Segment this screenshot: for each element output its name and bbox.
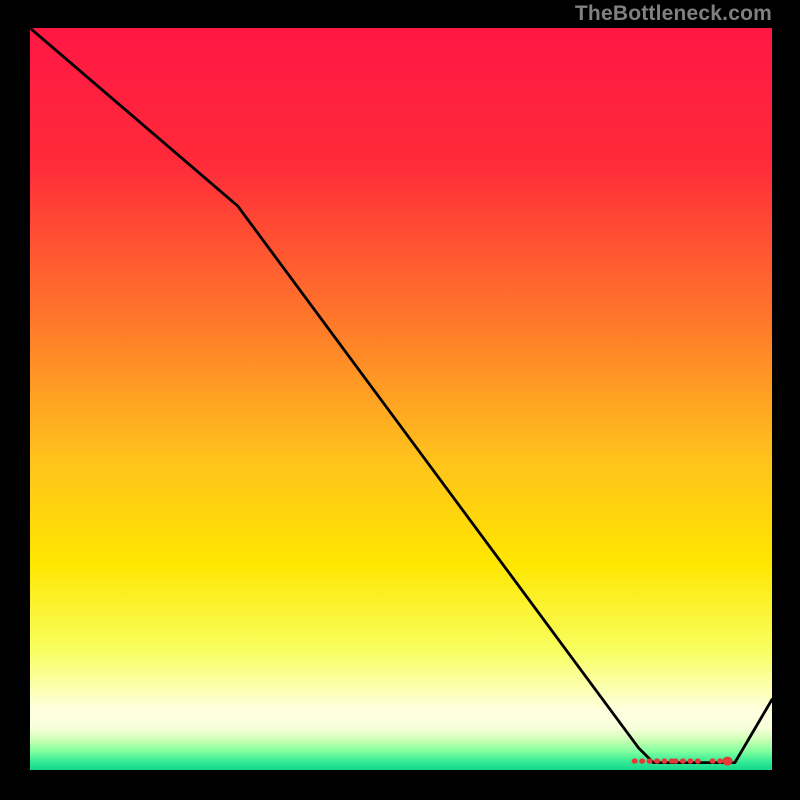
marker-dot — [717, 758, 723, 763]
marker-dot — [710, 758, 716, 763]
marker-dot — [680, 758, 686, 763]
marker-dot — [654, 758, 660, 763]
chart-svg — [30, 28, 772, 770]
watermark-label: TheBottleneck.com — [575, 2, 772, 26]
gradient-background — [30, 28, 772, 770]
marker-dot — [647, 758, 653, 763]
chart-container: TheBottleneck.com — [0, 0, 800, 800]
marker-dot — [722, 757, 732, 766]
marker-dot — [673, 758, 679, 763]
marker-dot — [639, 758, 645, 763]
marker-dot — [695, 758, 701, 763]
chart-plot-area — [30, 28, 772, 770]
marker-dot — [632, 758, 638, 763]
marker-dot — [687, 758, 693, 763]
marker-dot — [661, 758, 667, 763]
